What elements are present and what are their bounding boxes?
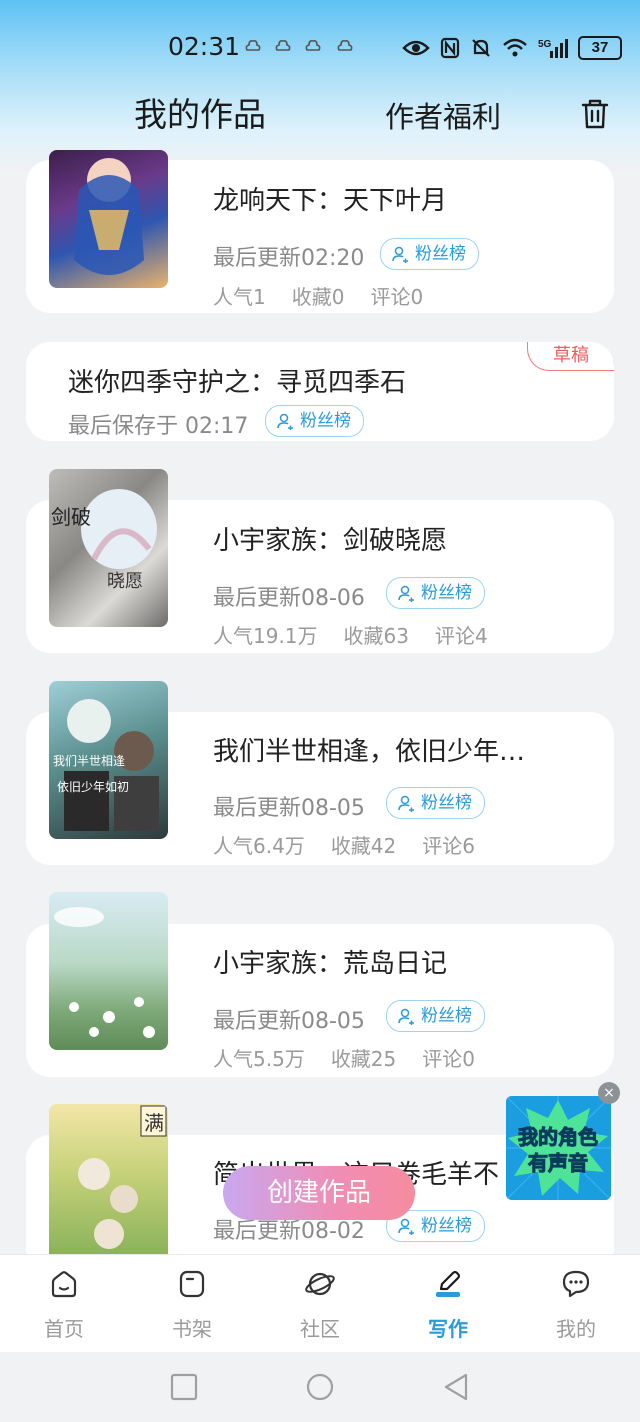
work-cover-image[interactable]: 剑破 晓愿: [49, 469, 168, 627]
work-title[interactable]: 我们半世相逢，依旧少年…: [213, 731, 525, 768]
recent-apps-button[interactable]: [169, 1372, 199, 1402]
back-button[interactable]: [441, 1372, 471, 1402]
fan-ranking-label: 粉丝榜: [415, 244, 466, 264]
work-saved: 最后保存于 02:17: [68, 414, 249, 439]
page-title[interactable]: 我的作品: [134, 88, 266, 136]
fan-user-icon: [398, 585, 414, 602]
bookshelf-icon: [179, 1270, 205, 1298]
bottom-nav: 首页 书架 社区 写作 我的: [0, 1254, 640, 1353]
work-updated: 最后更新02:20: [213, 246, 365, 271]
fan-ranking-label: 粉丝榜: [421, 1216, 472, 1236]
nav-item-bookshelf[interactable]: 书架: [147, 1269, 237, 1342]
cover-title-text: 满: [144, 1111, 164, 1135]
draft-badge: 草稿: [527, 342, 614, 371]
work-updated: 最后更新08-05: [213, 796, 365, 821]
notification-icon: [337, 40, 353, 51]
work-favorites: 收藏0: [291, 285, 345, 309]
header-background: [0, 0, 640, 175]
nfc-icon: [440, 37, 460, 59]
work-popularity: 人气19.1万: [213, 624, 318, 648]
home-icon: [51, 1271, 77, 1298]
battery-icon: 37: [578, 36, 622, 60]
status-time: 02:31: [168, 32, 241, 61]
system-nav-bar: [0, 1352, 640, 1422]
work-favorites: 收藏63: [343, 624, 409, 648]
fan-ranking-label: 粉丝榜: [421, 793, 472, 813]
cover-title-text: 我们半世相逢: [53, 753, 125, 768]
work-stats: 人气19.1万 收藏63 评论4: [213, 620, 514, 649]
work-comments: 评论4: [434, 624, 488, 648]
promo-ad-banner[interactable]: 我的角色 有声音: [506, 1096, 611, 1200]
notification-icon: [305, 40, 321, 51]
work-updated: 最后更新08-06: [213, 586, 365, 611]
fan-ranking-button[interactable]: 粉丝榜: [380, 238, 479, 270]
create-work-button[interactable]: 创建作品: [223, 1166, 415, 1220]
work-favorites: 收藏25: [330, 1047, 397, 1071]
notification-icon: [245, 40, 261, 51]
fan-ranking-label: 粉丝榜: [421, 1006, 472, 1026]
work-cover-image[interactable]: 我们半世相逢 依旧少年如初: [49, 681, 168, 839]
signal-5g-icon: 5G: [538, 39, 568, 58]
nav-item-home[interactable]: 首页: [19, 1269, 109, 1342]
nav-label: 写作: [428, 1317, 468, 1341]
notification-icon: [275, 40, 291, 51]
planet-icon: [305, 1272, 335, 1296]
nav-label: 我的: [556, 1317, 596, 1341]
work-updated: 最后更新08-05: [213, 1009, 365, 1034]
fan-ranking-button[interactable]: 粉丝榜: [386, 1000, 485, 1032]
work-cover-image[interactable]: [49, 892, 168, 1050]
ad-text-line1: 我的角色: [518, 1125, 598, 1149]
fan-ranking-button[interactable]: 粉丝榜: [265, 405, 364, 437]
nav-label: 社区: [300, 1317, 340, 1341]
work-popularity: 人气1: [213, 285, 266, 309]
work-cover-image[interactable]: 满: [49, 1104, 168, 1254]
fan-user-icon: [398, 1218, 414, 1235]
nav-item-write[interactable]: 写作: [403, 1269, 493, 1342]
mute-icon: [472, 39, 490, 57]
work-cover-image[interactable]: [49, 150, 168, 288]
eye-icon: [402, 40, 430, 56]
fan-ranking-label: 粉丝榜: [300, 411, 351, 431]
fan-ranking-button[interactable]: 粉丝榜: [386, 787, 485, 819]
home-button[interactable]: [305, 1372, 335, 1402]
status-bar: 02:31 5G 37: [0, 28, 640, 68]
fan-ranking-label: 粉丝榜: [421, 583, 472, 603]
work-comments: 评论0: [370, 285, 424, 309]
work-popularity: 人气6.4万: [213, 834, 305, 858]
work-favorites: 收藏42: [330, 834, 397, 858]
work-stats: 人气5.5万 收藏25 评论0: [213, 1043, 501, 1072]
author-benefit-tab[interactable]: 作者福利: [385, 94, 501, 136]
work-comments: 评论0: [422, 1047, 475, 1071]
work-title[interactable]: 迷你四季守护之：寻觅四季石: [68, 362, 406, 399]
nav-label: 首页: [44, 1317, 84, 1341]
nav-item-community[interactable]: 社区: [275, 1269, 365, 1342]
ad-close-button[interactable]: ×: [598, 1082, 620, 1104]
svg-text:5G: 5G: [538, 39, 552, 50]
nav-label: 书架: [172, 1317, 212, 1341]
wifi-icon: [503, 38, 527, 57]
fan-ranking-button[interactable]: 粉丝榜: [386, 577, 485, 609]
ad-text-line2: 有声音: [528, 1151, 588, 1175]
fan-user-icon: [398, 1008, 414, 1025]
trash-icon[interactable]: [580, 98, 610, 130]
work-comments: 评论6: [422, 834, 475, 858]
pen-icon: [436, 1270, 461, 1297]
nav-item-profile[interactable]: 我的: [531, 1269, 621, 1342]
fan-user-icon: [392, 246, 408, 263]
work-popularity: 人气5.5万: [213, 1047, 305, 1071]
work-title[interactable]: 小宇家族：荒岛日记: [213, 943, 447, 980]
fan-user-icon: [277, 413, 293, 430]
cover-title-text: 剑破: [51, 505, 91, 529]
work-stats: 人气1 收藏0 评论0: [213, 281, 449, 310]
cover-subtitle-text: 依旧少年如初: [57, 779, 129, 794]
cover-subtitle-text: 晓愿: [107, 571, 143, 592]
chat-bubble-icon: [562, 1270, 590, 1298]
work-title[interactable]: 龙响天下：天下叶月: [213, 180, 447, 217]
fan-user-icon: [398, 795, 414, 812]
work-stats: 人气6.4万 收藏42 评论6: [213, 830, 501, 859]
work-title[interactable]: 小宇家族：剑破晓愿: [213, 520, 447, 557]
